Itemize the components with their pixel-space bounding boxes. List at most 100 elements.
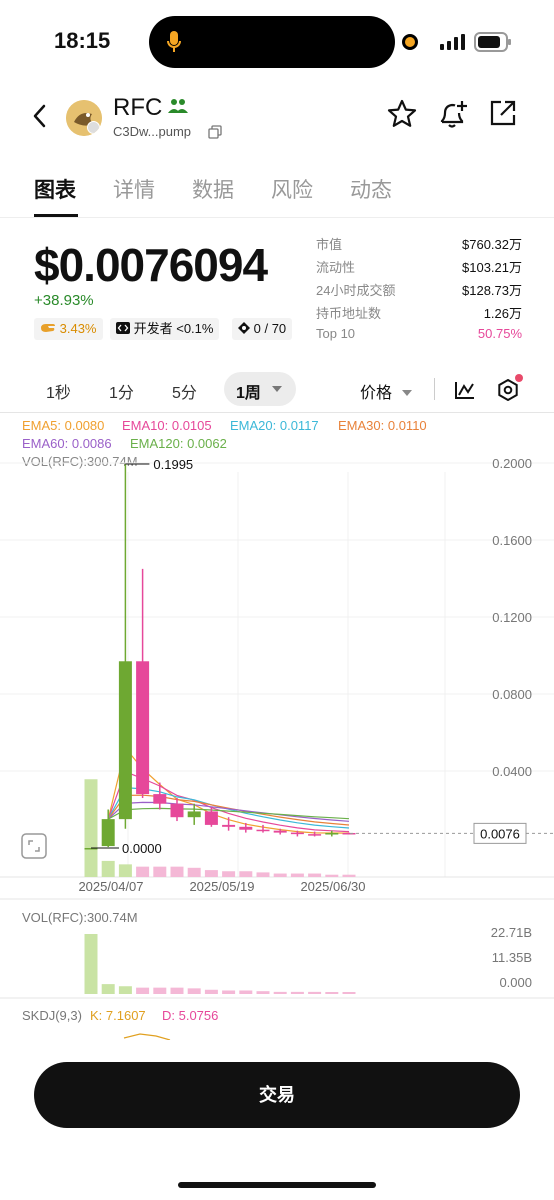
- token-symbol: RFC: [113, 94, 163, 121]
- volume-axis-label: 0.000: [499, 975, 532, 990]
- candle-body: [325, 832, 339, 835]
- home-indicator: [178, 1182, 376, 1188]
- add-alert-bell-icon[interactable]: [436, 98, 470, 132]
- holders-chip[interactable]: 0 / 70: [232, 318, 293, 340]
- high-annotation: 0.1995: [153, 457, 193, 472]
- volume-bar: [239, 871, 253, 877]
- volume-bar: [204, 870, 218, 877]
- token-avatar: [66, 100, 102, 136]
- chart-settings-icon[interactable]: [497, 379, 519, 401]
- volume-bar: [153, 866, 167, 877]
- stat-label: 持币地址数: [316, 306, 382, 321]
- volume-bar: [136, 866, 150, 877]
- volume-panel-bar: [239, 990, 253, 994]
- stat-label: 市值: [316, 237, 343, 252]
- price-axis-label: 0.0800: [492, 687, 532, 702]
- price-chart-area[interactable]: EMA5: 0.0080 EMA10: 0.0105 EMA20: 0.0117…: [0, 412, 554, 1040]
- back-arrow-icon[interactable]: [30, 102, 50, 130]
- chain-badge-icon: [87, 121, 100, 134]
- date-label: 2025/04/07: [78, 879, 143, 894]
- timeframe-active-label: 1周: [236, 385, 261, 402]
- volume-panel-bar: [290, 991, 304, 994]
- candle-body: [153, 794, 167, 804]
- status-bar: 18:15: [0, 0, 554, 80]
- active-tab-indicator: [34, 214, 78, 217]
- volume-panel-bar: [342, 992, 356, 994]
- trade-button[interactable]: 交易: [34, 1062, 520, 1128]
- volume-bar: [325, 874, 339, 877]
- tab-chart[interactable]: 图表: [34, 174, 76, 204]
- candle-body: [256, 829, 270, 832]
- tab-activity[interactable]: 动态: [350, 174, 392, 204]
- stat-row-liquidity: 流动性 $103.21万: [316, 257, 522, 280]
- divider: [434, 378, 435, 400]
- price-axis-label: 0.1200: [492, 610, 532, 625]
- volume-bar: [101, 860, 115, 877]
- volume-panel-bar: [153, 987, 167, 994]
- price-change: +38.93%: [34, 292, 94, 309]
- stat-row-holders: 持币地址数 1.26万: [316, 303, 522, 326]
- holders-value: 0 / 70: [253, 321, 287, 336]
- timeframe-1s[interactable]: 1秒: [46, 379, 71, 403]
- volume-panel-bar: [222, 990, 236, 994]
- chart-controls: 1秒 1分 5分 1周 价格: [0, 372, 554, 408]
- volume-bar: [308, 873, 322, 877]
- tab-risk[interactable]: 风险: [271, 174, 313, 204]
- timeframe-1m[interactable]: 1分: [109, 379, 134, 403]
- volume-panel-bar: [84, 934, 98, 994]
- volume-bar: [256, 872, 270, 877]
- price-axis-label: 0.1600: [492, 533, 532, 548]
- candlestick-chart[interactable]: 0.2000 0.1600 0.1200 0.0800 0.0400 0.1995 0.00…: [0, 412, 554, 1040]
- tab-details[interactable]: 详情: [113, 174, 155, 204]
- sniper-chip[interactable]: 3.43%: [34, 318, 103, 340]
- recording-dot-icon: [402, 34, 418, 50]
- candle-body: [170, 803, 184, 818]
- volume-panel-bar: [308, 991, 322, 994]
- current-price-label: 0.0076: [480, 826, 520, 841]
- price-axis-label: 0.0400: [492, 764, 532, 779]
- candle-body: [101, 819, 115, 847]
- stat-row-top10: Top 10 50.75%: [316, 326, 522, 349]
- candle-body: [136, 661, 150, 795]
- volume-panel-bar: [273, 991, 287, 994]
- microphone-icon: [167, 31, 181, 52]
- skdj-label: SKDJ(9,3): [22, 1008, 82, 1023]
- hand-icon: [41, 324, 55, 332]
- notification-dot: [515, 374, 523, 382]
- timeframe-selector[interactable]: 1周: [224, 372, 296, 406]
- stat-label: 流动性: [316, 260, 356, 275]
- stat-label: Top 10: [316, 326, 356, 341]
- indicator-label: 价格: [360, 385, 393, 402]
- candle-body: [187, 811, 201, 818]
- candle-body: [273, 830, 287, 833]
- indicator-selector[interactable]: 价格: [360, 379, 413, 403]
- community-icon: [168, 99, 188, 113]
- sniper-value: 3.43%: [59, 321, 97, 336]
- share-icon[interactable]: [488, 98, 518, 128]
- volume-bar: [118, 864, 132, 877]
- copy-icon[interactable]: [208, 125, 222, 139]
- tab-data[interactable]: 数据: [192, 174, 234, 204]
- volume-panel-bar: [118, 986, 132, 994]
- low-annotation: 0.0000: [122, 841, 162, 856]
- diamond-icon: [238, 322, 250, 334]
- volume-panel-label: VOL(RFC):300.74M: [22, 910, 138, 925]
- candle-body: [308, 834, 322, 836]
- volume-panel-bar: [204, 989, 218, 994]
- price-axis-label: 0.2000: [492, 456, 532, 471]
- timeframe-5m[interactable]: 5分: [172, 379, 197, 403]
- volume-bar: [170, 866, 184, 877]
- star-icon[interactable]: [386, 98, 418, 130]
- stat-row-market-cap: 市值 $760.32万: [316, 234, 522, 257]
- volume-axis-label: 22.71B: [491, 925, 532, 940]
- volume-axis-label: 11.35B: [492, 950, 532, 965]
- volume-bar: [273, 873, 287, 877]
- candle-body: [239, 826, 253, 830]
- candle-body: [118, 661, 132, 820]
- stat-value: $760.32万: [462, 237, 522, 252]
- dev-chip[interactable]: 开发者 <0.1%: [110, 318, 220, 340]
- volume-bar: [342, 874, 356, 877]
- fullscreen-icon[interactable]: [21, 833, 47, 859]
- indicator-chart-icon[interactable]: [454, 380, 476, 400]
- battery-icon: [474, 32, 511, 52]
